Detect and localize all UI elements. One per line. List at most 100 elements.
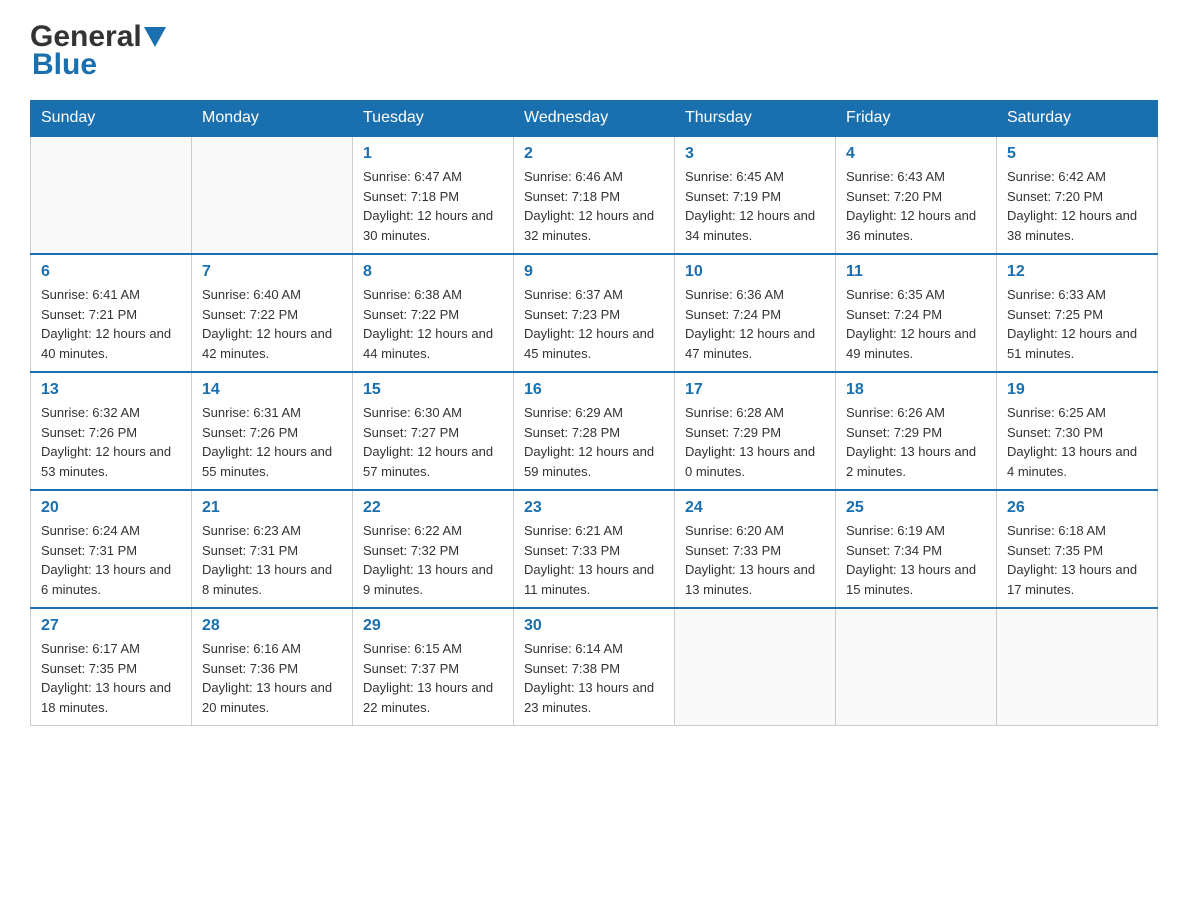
sunset-text: Sunset: 7:20 PM xyxy=(846,189,942,204)
calendar-cell: 25Sunrise: 6:19 AMSunset: 7:34 PMDayligh… xyxy=(836,490,997,608)
sunrise-text: Sunrise: 6:31 AM xyxy=(202,405,301,420)
sunrise-text: Sunrise: 6:23 AM xyxy=(202,523,301,538)
day-number: 4 xyxy=(846,145,986,163)
daylight-text: Daylight: 12 hours and 53 minutes. xyxy=(41,444,171,479)
day-number: 27 xyxy=(41,617,181,635)
day-number: 11 xyxy=(846,263,986,281)
week-row-5: 27Sunrise: 6:17 AMSunset: 7:35 PMDayligh… xyxy=(31,608,1158,726)
daylight-text: Daylight: 12 hours and 47 minutes. xyxy=(685,326,815,361)
sunset-text: Sunset: 7:23 PM xyxy=(524,307,620,322)
header-day-sunday: Sunday xyxy=(31,101,192,137)
daylight-text: Daylight: 13 hours and 17 minutes. xyxy=(1007,562,1137,597)
daylight-text: Daylight: 12 hours and 36 minutes. xyxy=(846,208,976,243)
calendar-cell xyxy=(675,608,836,726)
sunrise-text: Sunrise: 6:38 AM xyxy=(363,287,462,302)
calendar-cell: 10 Sunrise: 6:36 AMSunset: 7:24 PMDayligh… xyxy=(675,254,836,372)
header-day-friday: Friday xyxy=(836,101,997,137)
week-row-3: 13 Sunrise: 6:32 AM Sunset: 7:26 PM Dayligh… xyxy=(31,372,1158,490)
day-info: Sunrise: 6:14 AMSunset: 7:38 PMDaylight:… xyxy=(524,639,664,717)
calendar-cell: 3 Sunrise: 6:45 AMSunset: 7:19 PMDaylight… xyxy=(675,136,836,254)
day-number: 23 xyxy=(524,499,664,517)
daylight-text: Daylight: 12 hours and 49 minutes. xyxy=(846,326,976,361)
day-info: Sunrise: 6:28 AM Sunset: 7:29 PM Daylight:… xyxy=(685,403,825,481)
sunset-text: Sunset: 7:33 PM xyxy=(685,543,781,558)
calendar-cell: 19Sunrise: 6:25 AMSunset: 7:30 PMDayligh… xyxy=(997,372,1158,490)
week-row-2: 6Sunrise: 6:41 AMSunset: 7:21 PMDaylight… xyxy=(31,254,1158,372)
day-number: 22 xyxy=(363,499,503,517)
daylight-text: Daylight: 12 hours and 59 minutes. xyxy=(524,444,654,479)
calendar-cell: 29Sunrise: 6:15 AMSunset: 7:37 PMDayligh… xyxy=(353,608,514,726)
sunset-text: Sunset: 7:18 PM xyxy=(363,189,459,204)
day-info: Sunrise: 6:22 AMSunset: 7:32 PMDaylight:… xyxy=(363,521,503,599)
calendar-cell: 28 Sunrise: 6:16 AMSunset: 7:36 PMDayligh… xyxy=(192,608,353,726)
sunrise-text: Sunrise: 6:43 AM xyxy=(846,169,945,184)
day-info: Sunrise: 6:36 AMSunset: 7:24 PMDaylight:… xyxy=(685,285,825,363)
day-info: Sunrise: 6:26 AMSunset: 7:29 PMDaylight:… xyxy=(846,403,986,481)
day-number: 28 xyxy=(202,617,342,635)
daylight-text: Daylight: 12 hours and 34 minutes. xyxy=(685,208,815,243)
calendar-cell: 17Sunrise: 6:28 AMSunset: 7:29 PMDayligh… xyxy=(675,372,836,490)
sunset-text: Sunset: 7:22 PM xyxy=(363,307,459,322)
day-info: Sunrise: 6:24 AMSunset: 7:31 PMDaylight:… xyxy=(41,521,181,599)
sunset-text: Sunset: 7:29 PM xyxy=(685,425,781,440)
day-info: Sunrise: 6:16 AMSunset: 7:36 PMDaylight:… xyxy=(202,639,342,717)
daylight-text: Daylight: 12 hours and 51 minutes. xyxy=(1007,326,1137,361)
day-info: Sunrise: 6:21 AMSunset: 7:33 PMDaylight:… xyxy=(524,521,664,599)
calendar-table: SundayMondayTuesdayWednesdayThursdayFrid… xyxy=(30,100,1158,726)
sunset-text: Sunset: 7:35 PM xyxy=(1007,543,1103,558)
calendar-cell: 18Sunrise: 6:26 AMSunset: 7:29 PMDayligh… xyxy=(836,372,997,490)
daylight-text: Daylight: 12 hours and 44 minutes. xyxy=(363,326,493,361)
day-info: Sunrise: 6:46 AMSunset: 7:18 PMDaylight:… xyxy=(524,167,664,245)
sunset-text: Sunset: 7:20 PM xyxy=(1007,189,1103,204)
sunset-text: Sunset: 7:26 PM xyxy=(41,425,137,440)
daylight-text: Daylight: 13 hours and 0 minutes. xyxy=(685,444,815,479)
calendar-cell: 14Sunrise: 6:31 AMSunset: 7:26 PMDayligh… xyxy=(192,372,353,490)
sunrise-text: Sunrise: 6:24 AM xyxy=(41,523,140,538)
day-number: 24 xyxy=(685,499,825,517)
daylight-text: Daylight: 13 hours and 6 minutes. xyxy=(41,562,171,597)
calendar-cell: 20Sunrise: 6:24 AMSunset: 7:31 PMDayligh… xyxy=(31,490,192,608)
sunset-text: Sunset: 7:27 PM xyxy=(363,425,459,440)
day-number: 25 xyxy=(846,499,986,517)
calendar-cell: 21Sunrise: 6:23 AMSunset: 7:31 PMDayligh… xyxy=(192,490,353,608)
sunrise-text: Sunrise: 6:32 AM xyxy=(41,405,140,420)
daylight-text: Daylight: 12 hours and 30 minutes. xyxy=(363,208,493,243)
sunrise-text: Sunrise: 6:42 AM xyxy=(1007,169,1106,184)
daylight-text: Daylight: 13 hours and 20 minutes. xyxy=(202,680,332,715)
daylight-text: Daylight: 12 hours and 45 minutes. xyxy=(524,326,654,361)
sunset-text: Sunset: 7:24 PM xyxy=(685,307,781,322)
calendar-cell: 4 Sunrise: 6:43 AM Sunset: 7:20 PM Daylight… xyxy=(836,136,997,254)
sunrise-text: Sunrise: 6:46 AM xyxy=(524,169,623,184)
day-number: 13 xyxy=(41,381,181,399)
daylight-text: Daylight: 12 hours and 57 minutes. xyxy=(363,444,493,479)
daylight-text: Daylight: 12 hours and 40 minutes. xyxy=(41,326,171,361)
sunset-text: Sunset: 7:37 PM xyxy=(363,661,459,676)
sunset-text: Sunset: 7:32 PM xyxy=(363,543,459,558)
day-number: 10 xyxy=(685,263,825,281)
daylight-text: Daylight: 13 hours and 18 minutes. xyxy=(41,680,171,715)
sunrise-text: Sunrise: 6:17 AM xyxy=(41,641,140,656)
day-info: Sunrise: 6:20 AMSunset: 7:33 PMDaylight:… xyxy=(685,521,825,599)
calendar-cell: 30Sunrise: 6:14 AMSunset: 7:38 PMDayligh… xyxy=(514,608,675,726)
day-info: Sunrise: 6:25 AMSunset: 7:30 PMDaylight:… xyxy=(1007,403,1147,481)
day-number: 2 xyxy=(524,145,664,163)
sunset-text: Sunset: 7:24 PM xyxy=(846,307,942,322)
day-number: 8 xyxy=(363,263,503,281)
daylight-text: Daylight: 13 hours and 23 minutes. xyxy=(524,680,654,715)
calendar-cell: 16Sunrise: 6:29 AMSunset: 7:28 PMDayligh… xyxy=(514,372,675,490)
calendar-cell: 22 Sunrise: 6:22 AMSunset: 7:32 PMDayligh… xyxy=(353,490,514,608)
sunrise-text: Sunrise: 6:28 AM xyxy=(685,405,784,420)
header-day-wednesday: Wednesday xyxy=(514,101,675,137)
logo-blue: Blue xyxy=(32,48,97,82)
day-number: 7 xyxy=(202,263,342,281)
sunset-text: Sunset: 7:30 PM xyxy=(1007,425,1103,440)
day-number: 5 xyxy=(1007,145,1147,163)
day-info: Sunrise: 6:38 AM Sunset: 7:22 PM Daylight:… xyxy=(363,285,503,363)
sunrise-text: Sunrise: 6:33 AM xyxy=(1007,287,1106,302)
sunrise-text: Sunrise: 6:47 AM xyxy=(363,169,462,184)
day-number: 9 xyxy=(524,263,664,281)
day-number: 3 xyxy=(685,145,825,163)
sunrise-text: Sunrise: 6:26 AM xyxy=(846,405,945,420)
day-info: Sunrise: 6:45 AMSunset: 7:19 PMDaylight:… xyxy=(685,167,825,245)
calendar-cell: 6Sunrise: 6:41 AMSunset: 7:21 PMDaylight… xyxy=(31,254,192,372)
